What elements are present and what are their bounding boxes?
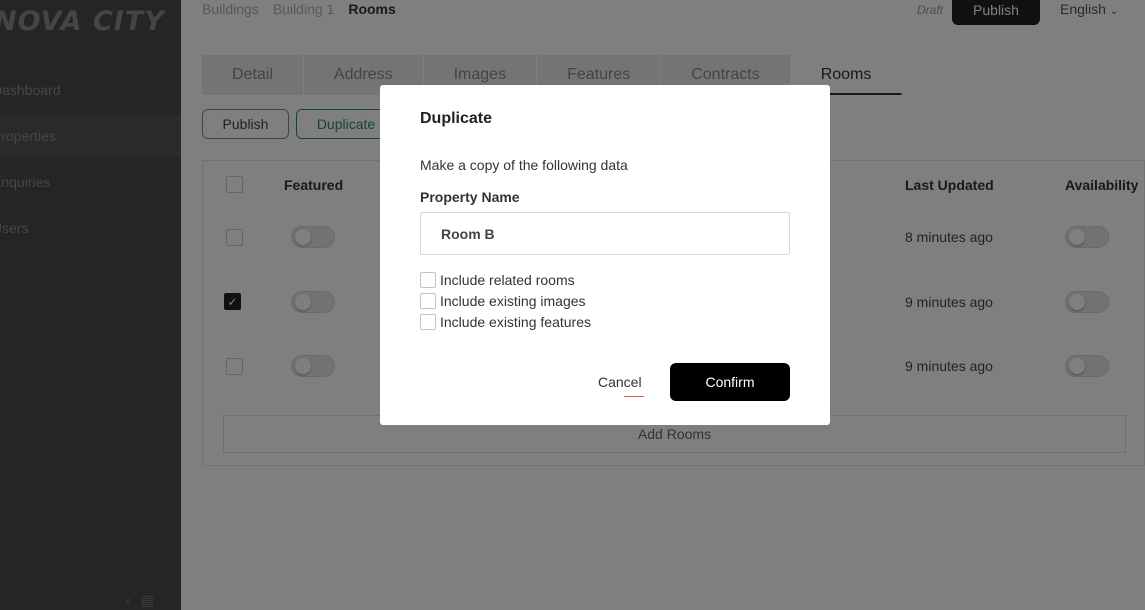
include-existing-features-option[interactable]: Include existing features [420,314,591,330]
include-existing-images-checkbox[interactable] [420,293,436,309]
dialog-description: Make a copy of the following data [420,157,628,173]
confirm-button[interactable]: Confirm [670,363,790,401]
dialog-title: Duplicate [420,110,493,127]
cancel-button[interactable]: Cancel [598,374,644,397]
option-label: Include existing images [440,293,586,309]
include-related-rooms-option[interactable]: Include related rooms [420,272,575,288]
include-related-rooms-checkbox[interactable] [420,272,436,288]
property-name-label: Property Name [420,189,520,205]
property-name-input[interactable] [420,212,790,255]
include-existing-images-option[interactable]: Include existing images [420,293,586,309]
duplicate-dialog: Duplicate Make a copy of the following d… [380,85,830,425]
option-label: Include existing features [440,314,591,330]
option-label: Include related rooms [440,272,575,288]
include-existing-features-checkbox[interactable] [420,314,436,330]
